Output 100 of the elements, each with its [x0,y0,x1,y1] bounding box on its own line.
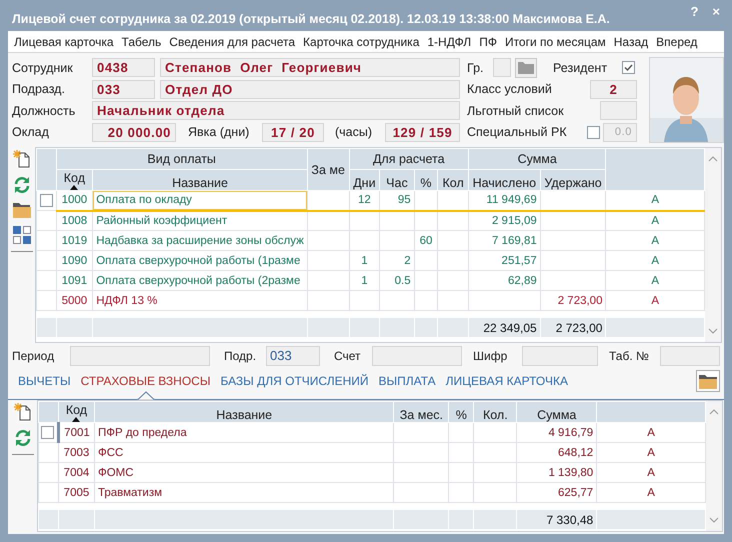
menu-item[interactable]: Лицевая карточка [10,34,118,48]
scroll-up-icon[interactable] [708,156,718,162]
field-label: Резидент [553,60,608,75]
column-group-header: Для расчета [349,148,468,170]
table-cell: Оплата сверхурочной работы (1разме [92,250,308,270]
scroll-up-icon[interactable] [709,409,719,415]
table-cell: 60 [414,230,438,250]
filter-label: Таб. № [609,349,650,363]
row-checkbox[interactable] [41,426,54,439]
table-cell: 251,57 [468,250,540,270]
tab[interactable]: ВЫЧЕТЫ [13,370,76,392]
column-header: Код [58,402,94,422]
position-field[interactable]: Начальник отдела [92,101,460,120]
refresh-icon[interactable] [12,428,32,448]
table-cell: Надбавка за расширение зоны обслуж [92,230,308,250]
column-header: % [448,402,474,422]
row-checkbox[interactable] [40,194,53,207]
tab[interactable]: БАЗЫ ДЛЯ ОТЧИСЛЕНИЙ [215,370,374,392]
table-cell: 2 723,00 [540,290,606,310]
column-header: Код [56,170,93,190]
new-document-icon[interactable] [12,149,32,169]
new-document-icon[interactable] [12,402,32,422]
table-cell: А [596,422,706,442]
filter-field[interactable] [522,346,598,366]
value-field[interactable]: 2 [590,80,637,99]
filter-field[interactable] [660,346,720,366]
table-cell: А [596,482,706,502]
column-header: Название [94,402,394,422]
value-field[interactable]: 17 / 20 [262,122,324,142]
filter-field[interactable] [372,346,462,366]
value-field[interactable] [600,101,637,120]
field-label: Гр. [467,60,484,75]
code-field[interactable]: 0438 [92,58,155,78]
field-label: Специальный РК [467,125,568,140]
tab[interactable]: СТРАХОВЫЕ ВЗНОСЫ [76,370,216,392]
table-cell: А [606,190,704,210]
table-cell: 1090 [56,250,93,270]
table-cell: А [596,442,706,462]
table-cell: А [606,230,704,250]
column-header: % [414,170,438,190]
table-cell: Травматизм [94,482,394,502]
tab[interactable]: ВЫПЛАТА [374,370,441,392]
resident-checkbox[interactable] [622,61,635,74]
code-field[interactable]: 033 [92,80,155,99]
menu-item[interactable]: Карточка сотрудника [299,34,424,48]
table-cell: ФСС [94,442,394,462]
group-field[interactable] [493,58,511,78]
refresh-icon[interactable] [12,175,32,195]
column-header: Час [380,170,414,190]
value-field[interactable]: 129 / 159 [385,122,460,142]
folder-icon[interactable] [12,201,32,219]
table-cell: 648,12 [516,442,597,462]
column-group-header: Вид оплаты [56,148,308,170]
field-label: Оклад [12,125,50,140]
table-cell: 7005 [58,482,94,502]
tab[interactable]: ЛИЦЕВАЯ КАРТОЧКА [440,370,573,392]
filter-label: Период [12,349,56,363]
menu-item[interactable]: Сведения для расчета [165,34,300,48]
menu-item[interactable]: Итоги по месяцам [500,34,610,48]
column-header: Удержано [540,170,606,190]
column-header: Название [92,170,308,190]
column-header: Сумма [516,402,597,422]
table-cell: 625,77 [516,482,597,502]
table-cell: 5000 [56,290,93,310]
field-label: Должность [12,104,76,118]
table-cell: А [606,270,704,290]
menu-item[interactable]: Табель [118,34,166,48]
column-header: За мес. [394,402,449,422]
filter-label: Шифр [473,349,508,363]
salary-field[interactable]: 20 000.00 [92,122,176,142]
table-cell: 7 169,81 [468,230,540,250]
table-cell: 1 [349,270,380,290]
table-cell: Районный коэффициент [92,210,308,230]
name-field[interactable]: Отдел ДО [160,80,460,99]
name-field[interactable]: Степанов Олег Георгиевич [160,58,460,78]
folder-button[interactable] [696,370,720,392]
grid-icon[interactable] [12,225,32,245]
field-label: Класс условий [467,82,553,96]
filter-label: Счет [334,349,362,363]
field-label: (часы) [335,125,374,140]
menu-item[interactable]: ПФ [475,34,501,48]
table-cell: А [606,290,704,310]
table-cell: Оплата по окладу [92,190,308,210]
menu-item[interactable]: Назад [610,34,652,48]
table-cell: 2 [380,250,414,270]
scroll-down-icon[interactable] [708,328,718,334]
table-cell: 1 [349,250,380,270]
table-cell: 11 949,69 [468,190,540,210]
filter-field[interactable]: 033 [266,346,320,366]
menu-item[interactable]: Вперед [652,34,702,48]
menu-item[interactable]: 1-НДФЛ [423,34,476,48]
column-header: Дни [349,170,380,190]
table-cell: 7004 [58,462,94,482]
table-cell: А [606,250,704,270]
filter-field[interactable] [70,346,210,366]
field-label: Сотрудник [12,60,74,75]
total-cell: 2 723,00 [540,318,606,338]
total-cell: 7 330,48 [516,510,597,530]
scroll-down-icon[interactable] [709,517,719,523]
table-cell: 1091 [56,270,93,290]
